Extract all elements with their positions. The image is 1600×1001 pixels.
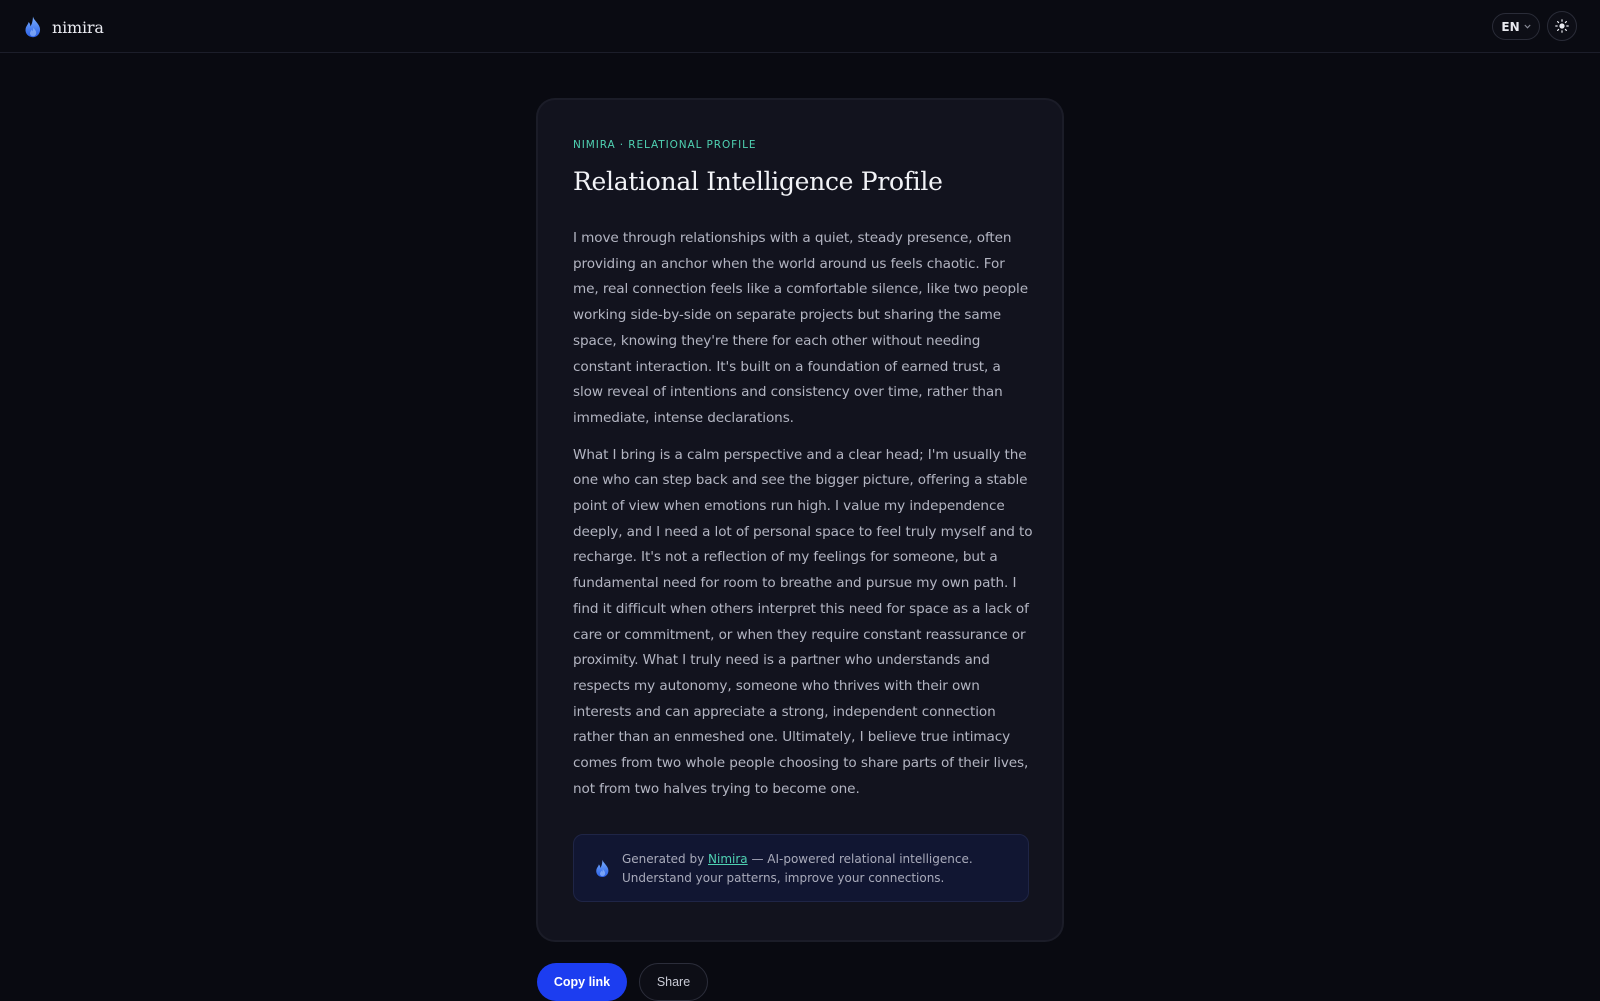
flame-icon xyxy=(596,859,609,877)
flame-icon xyxy=(25,16,41,38)
profile-body: I move through relationships with a quie… xyxy=(573,226,1033,802)
generated-by-text: Generated by Nimira — AI-powered relatio… xyxy=(622,850,1022,887)
generated-by-prefix: Generated by xyxy=(622,852,709,866)
brand-name: nimira xyxy=(52,17,104,37)
generated-by-tagline: Understand your patterns, improve your c… xyxy=(622,870,945,885)
generated-by-notice: Generated by Nimira — AI-powered relatio… xyxy=(573,834,1029,902)
profile-card: NIMIRA · RELATIONAL PROFILE Relational I… xyxy=(537,99,1063,941)
language-label: EN xyxy=(1501,19,1520,34)
profile-eyebrow: NIMIRA · RELATIONAL PROFILE xyxy=(573,139,757,151)
profile-paragraph: What I bring is a calm perspective and a… xyxy=(573,446,1033,797)
brand-logo-link[interactable]: nimira xyxy=(24,15,104,39)
chevron-down-icon xyxy=(1524,23,1531,31)
top-nav-bar: nimira EN xyxy=(0,0,1600,53)
nimira-link[interactable]: Nimira xyxy=(708,852,748,866)
language-selector[interactable]: EN xyxy=(1492,13,1540,40)
copy-link-button[interactable]: Copy link xyxy=(537,963,627,1001)
theme-toggle-button[interactable] xyxy=(1547,11,1577,41)
page-title: Relational Intelligence Profile xyxy=(573,167,943,196)
share-button[interactable]: Share xyxy=(639,963,708,1001)
sun-icon xyxy=(1555,19,1569,33)
profile-paragraph: I move through relationships with a quie… xyxy=(573,230,1028,426)
generated-by-suffix: — AI-powered relational intelligence. xyxy=(747,852,973,866)
